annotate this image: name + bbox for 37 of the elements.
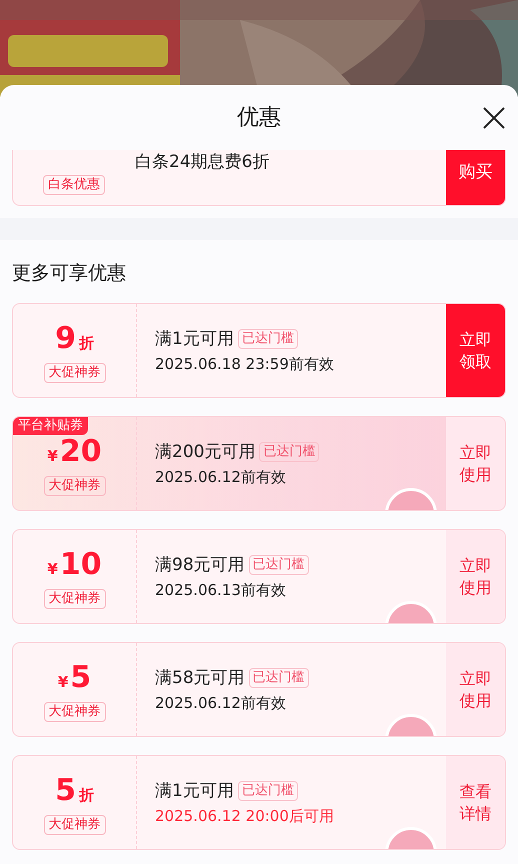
threshold-badge: 已达门槛 (248, 668, 309, 688)
coupon-amount: ¥10 (47, 546, 102, 584)
threshold-badge: 已达门槛 (248, 554, 309, 574)
buy-button[interactable]: 购买 (446, 150, 505, 205)
threshold-badge: 已达门槛 (259, 442, 320, 462)
coupon-tag: 大促神券 (44, 362, 106, 382)
coupon-validity: 2025.06.18 23:59前有效 (155, 354, 335, 374)
corner-label: 平台补贴券 (13, 417, 88, 435)
coupon-condition: 满200元可用 (155, 440, 256, 462)
coupon-validity: 2025.06.12前有效 (155, 692, 287, 712)
sheet-title: 优惠 (237, 104, 281, 132)
coupon-button[interactable]: 查看详情 (446, 756, 505, 849)
coupon-validity: 2025.06.12前有效 (155, 466, 287, 486)
threshold-badge: 已达门槛 (238, 328, 298, 348)
coupon-button[interactable]: 立即使用 (446, 643, 505, 736)
coupon-amount: 9 折 (55, 320, 94, 358)
coupon-validity: 2025.06.12 20:00后可用 (155, 806, 335, 826)
coupon-tag: 大促神券 (44, 702, 106, 722)
coupon-condition: 满1元可用 (155, 328, 234, 350)
coupon-button[interactable]: 立即使用 (446, 530, 505, 623)
coupon-amount: 5 折 (55, 772, 94, 810)
coupon-tag: 大促神券 (44, 476, 106, 496)
section-title: 更多可享优惠 (12, 261, 127, 286)
close-icon[interactable] (482, 106, 506, 130)
coupon-tag: 白条优惠 (43, 174, 105, 194)
coupon-tag: 大促神券 (44, 814, 106, 834)
coupon-condition: 满58元可用 (155, 666, 245, 688)
coupon-button[interactable]: 立即使用 (446, 417, 505, 510)
offer-text: 白条24期息费6折 (135, 152, 270, 172)
coupon-tag: 大促神券 (44, 588, 106, 608)
coupon-button[interactable]: 立即领取 (446, 304, 505, 397)
coupon-condition: 满98元可用 (155, 554, 245, 576)
threshold-badge: 已达门槛 (238, 780, 298, 800)
coupon-amount: ¥20 (47, 434, 102, 470)
coupon-condition: 满1元可用 (155, 780, 234, 802)
coupon-amount: ¥5 (58, 660, 92, 696)
coupon-validity: 2025.06.13前有效 (155, 580, 287, 600)
